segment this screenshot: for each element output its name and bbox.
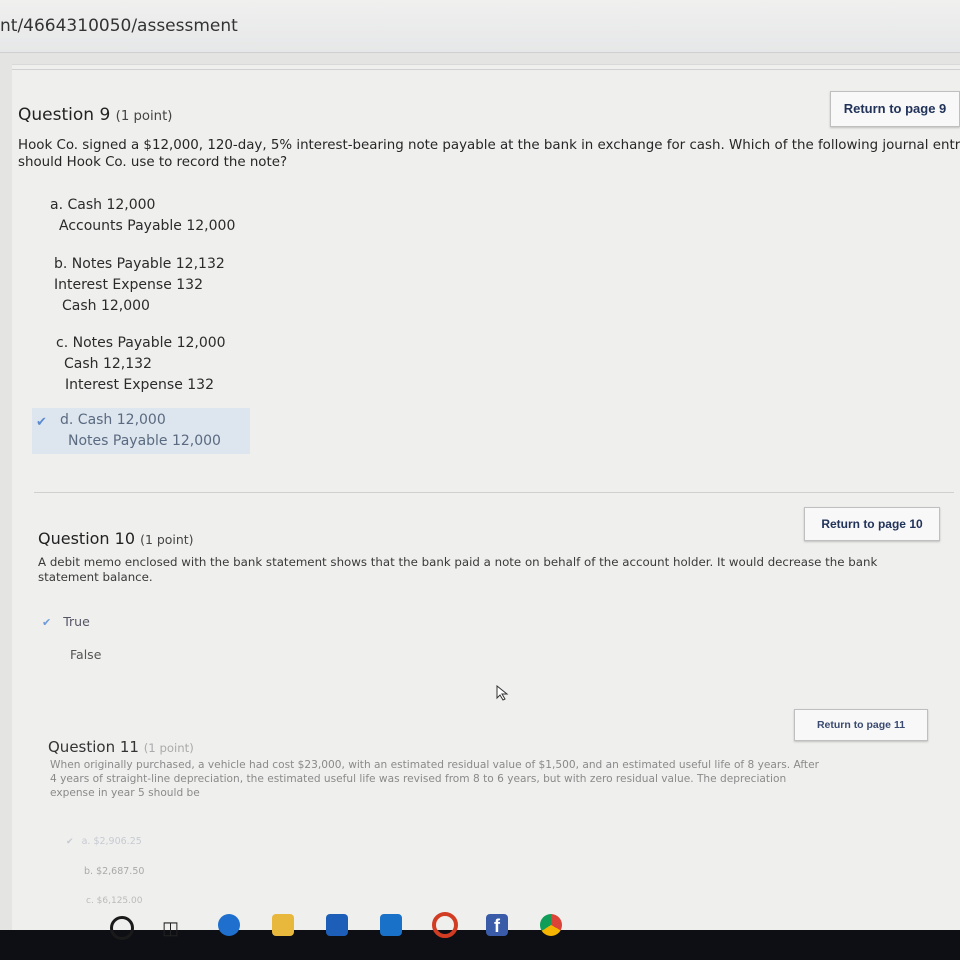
option-line: Cash 12,000 (62, 298, 150, 314)
option-line: a. Cash 12,000 (50, 197, 156, 213)
question-11-text-line-2: 4 years of straight-line depreciation, t… (50, 772, 787, 785)
question-11-option-a[interactable]: ✔ a. $2,906.25 (66, 831, 142, 853)
question-9-option-d[interactable]: ✔ d. Cash 12,000 Notes Payable 12,000 (32, 408, 250, 454)
windows-taskbar (0, 930, 960, 960)
edge-icon[interactable] (218, 914, 240, 936)
question-10-text-line-2: statement balance. (38, 570, 153, 585)
option-line: Notes Payable 12,000 (68, 433, 221, 449)
option-label: False (70, 647, 102, 662)
question-11-title: Question 11 (1 point) (48, 738, 194, 756)
question-10-option-true[interactable]: ✔ True (42, 611, 90, 633)
checkmark-icon: ✔ (42, 616, 52, 629)
question-11-points: (1 point) (143, 741, 194, 755)
question-10-heading: Question 10 (38, 529, 136, 548)
checkmark-icon: ✔ (36, 415, 47, 430)
question-10-text: A debit memo enclosed with the bank stat… (38, 555, 877, 586)
option-line: Interest Expense 132 (54, 277, 203, 293)
question-9-option-c[interactable]: c. Notes Payable 12,000 Cash 12,132 Inte… (56, 333, 226, 396)
question-11-text: When originally purchased, a vehicle had… (50, 759, 819, 800)
question-9-text-line-1: Hook Co. signed a $12,000, 120-day, 5% i… (18, 138, 960, 153)
store-icon[interactable] (326, 914, 348, 936)
top-divider (12, 69, 960, 70)
question-11-text-line-3: expense in year 5 should be (50, 786, 200, 799)
question-11-heading: Question 11 (48, 738, 139, 756)
option-line: Cash 12,132 (64, 356, 152, 372)
option-label: a. $2,906.25 (81, 836, 142, 847)
option-line: Accounts Payable 12,000 (59, 218, 236, 234)
task-view-icon[interactable]: ◫ (162, 918, 179, 939)
chrome-icon[interactable] (540, 914, 562, 936)
question-10-option-false[interactable]: False (70, 644, 101, 665)
cortana-circle-icon[interactable] (110, 916, 134, 940)
option-line: c. Notes Payable 12,000 (56, 335, 226, 351)
file-explorer-icon[interactable] (272, 914, 294, 936)
question-11-option-b[interactable]: b. $2,687.50 (84, 861, 144, 882)
return-to-page-9-button[interactable]: Return to page 9 (830, 91, 960, 127)
option-line: b. Notes Payable 12,132 (54, 256, 225, 272)
option-line: Interest Expense 132 (65, 377, 214, 393)
question-9-title: Question 9 (1 point) (18, 105, 172, 125)
question-divider (34, 492, 954, 493)
question-10-title: Question 10 (1 point) (38, 529, 194, 548)
browser-address-bar[interactable]: nt/4664310050/assessment (0, 0, 960, 53)
option-label: True (63, 614, 90, 629)
question-11-option-c[interactable]: c. $6,125.00 (86, 891, 142, 912)
question-9-points: (1 point) (115, 109, 173, 124)
office-icon[interactable] (432, 912, 458, 938)
assessment-page: Return to page 9 Question 9 (1 point) Ho… (12, 64, 960, 941)
option-label: c. $6,125.00 (86, 896, 143, 906)
return-to-page-10-button[interactable]: Return to page 10 (804, 507, 940, 541)
facebook-icon[interactable]: f (486, 914, 508, 936)
question-9-heading: Question 9 (18, 105, 111, 125)
question-9-option-a[interactable]: a. Cash 12,000 Accounts Payable 12,000 (50, 195, 235, 237)
url-text[interactable]: nt/4664310050/assessment (0, 16, 238, 36)
question-9-text-line-2: should Hook Co. use to record the note? (18, 155, 288, 171)
question-9-option-b[interactable]: b. Notes Payable 12,132 Interest Expense… (54, 254, 225, 317)
mail-icon[interactable] (380, 914, 402, 936)
question-9-text: Hook Co. signed a $12,000, 120-day, 5% i… (18, 137, 960, 172)
option-label: b. $2,687.50 (84, 866, 145, 877)
mouse-cursor-icon (496, 684, 510, 701)
question-11-text-line-1: When originally purchased, a vehicle had… (50, 759, 819, 771)
return-to-page-11-button[interactable]: Return to page 11 (794, 709, 928, 741)
question-10-points: (1 point) (140, 532, 194, 547)
checkmark-icon: ✔ (66, 837, 74, 847)
option-line: d. Cash 12,000 (60, 412, 166, 428)
question-10-text-line-1: A debit memo enclosed with the bank stat… (38, 555, 878, 569)
